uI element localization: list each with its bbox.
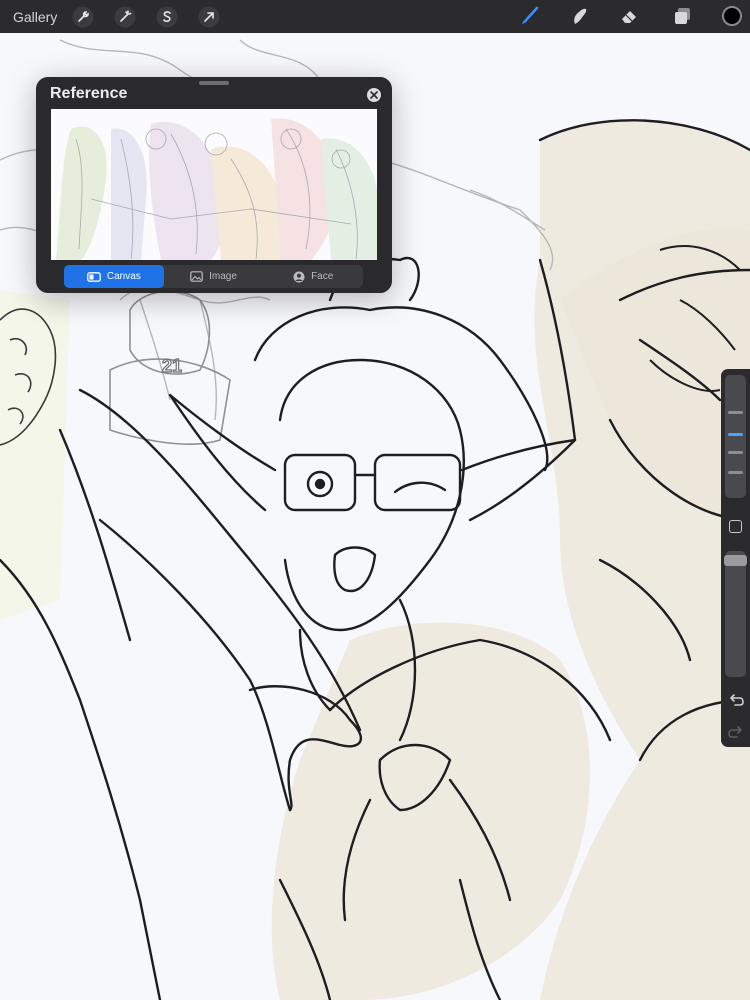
tab-canvas-label: Canvas xyxy=(106,271,141,282)
opacity-handle[interactable] xyxy=(724,555,747,566)
smudge-icon[interactable] xyxy=(568,4,592,28)
layers-icon[interactable] xyxy=(670,4,694,28)
side-toolbar xyxy=(721,369,750,747)
gallery-button[interactable]: Gallery xyxy=(13,9,57,25)
face-icon xyxy=(293,271,305,283)
reference-canvas-preview xyxy=(51,109,377,260)
brush-size-tick xyxy=(728,451,743,454)
opacity-slider[interactable] xyxy=(724,551,747,677)
brush-size-tick xyxy=(728,471,743,474)
canvas-icon xyxy=(87,271,101,282)
tab-image[interactable]: Image xyxy=(164,265,264,288)
reference-title: Reference xyxy=(50,85,128,102)
redo-icon[interactable] xyxy=(726,722,745,741)
tab-image-label: Image xyxy=(209,271,237,282)
image-icon xyxy=(190,271,203,282)
magic-wand-icon[interactable] xyxy=(113,5,137,29)
brush-icon[interactable] xyxy=(518,4,542,28)
eraser-icon[interactable] xyxy=(618,4,642,28)
top-toolbar: Gallery xyxy=(0,0,750,33)
tab-face[interactable]: Face xyxy=(263,265,363,288)
brush-size-handle[interactable] xyxy=(728,433,743,436)
tab-face-label: Face xyxy=(311,271,334,282)
modify-icon[interactable] xyxy=(729,520,742,533)
drag-handle[interactable] xyxy=(199,81,229,85)
color-swatch-button[interactable] xyxy=(722,6,742,26)
selection-s-icon[interactable] xyxy=(155,5,179,29)
brush-size-slider[interactable] xyxy=(725,375,746,498)
wrench-icon[interactable] xyxy=(71,5,95,29)
reference-window[interactable]: Reference Canvas Image Face xyxy=(36,77,392,293)
transform-arrow-icon[interactable] xyxy=(197,5,221,29)
close-icon[interactable] xyxy=(367,88,381,102)
brush-size-tick xyxy=(728,411,743,414)
reference-mode-tabs: Canvas Image Face xyxy=(64,265,363,288)
undo-icon[interactable] xyxy=(726,690,745,709)
jersey-number: 21 xyxy=(162,356,182,376)
tab-canvas[interactable]: Canvas xyxy=(64,265,164,288)
